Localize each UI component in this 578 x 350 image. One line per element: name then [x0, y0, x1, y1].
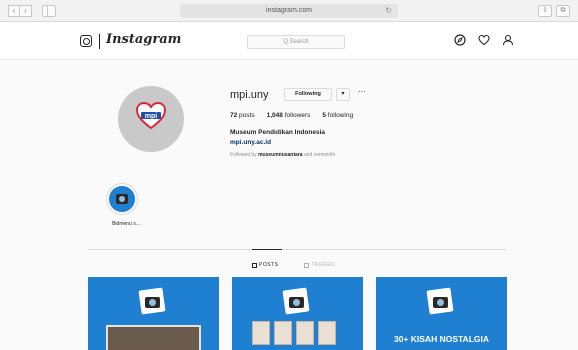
- tab-tagged-label: TAGGED: [311, 262, 336, 268]
- profile-full-name: Museum Pendidikan Indonesia: [230, 129, 325, 136]
- search-input[interactable]: Q Search: [247, 35, 345, 49]
- more-options-button[interactable]: ···: [358, 87, 366, 96]
- post-tile[interactable]: 30+ KISAH NOSTALGIA: [376, 277, 507, 350]
- profile-page: mpi mpi.uny Following ▾ ··· 72 posts 1,0…: [0, 61, 578, 350]
- camera-icon[interactable]: [80, 35, 92, 47]
- instagram-logo[interactable]: Instagram: [106, 32, 181, 47]
- post-card: [318, 321, 336, 345]
- camera-badge-icon: [138, 287, 166, 315]
- reload-icon[interactable]: ↻: [385, 4, 392, 18]
- post-tile[interactable]: [232, 277, 363, 350]
- followers-count: 1,048: [266, 112, 283, 119]
- followed-by-text: Followed by museumnusantara and comminfo: [230, 152, 335, 158]
- highlight-label: Bidmenu s...: [112, 221, 140, 227]
- avatar[interactable]: mpi: [118, 86, 184, 152]
- camera-badge-icon: [426, 287, 454, 315]
- following-stat[interactable]: 5 following: [322, 112, 353, 119]
- address-bar-url: instagram.com: [266, 7, 312, 14]
- avatar-logo-text: mpi: [145, 113, 158, 120]
- highlight-ring: [106, 183, 138, 215]
- browser-right-buttons: ⇧ ⧉: [538, 5, 570, 17]
- followed-by-user[interactable]: museumnusantara: [258, 152, 302, 158]
- post-card: [274, 321, 292, 345]
- logo-divider: [99, 34, 100, 49]
- museum-logo-icon: mpi: [135, 101, 167, 130]
- heart-icon[interactable]: [478, 34, 490, 46]
- post-card-row: [252, 321, 336, 345]
- tag-icon: [304, 262, 310, 268]
- header-nav-icons: [454, 34, 514, 46]
- share-button[interactable]: ⇧: [538, 5, 552, 17]
- sidebar-toggle-button[interactable]: [42, 5, 56, 17]
- tab-posts[interactable]: POSTS: [252, 262, 278, 268]
- following-count: 5: [322, 112, 326, 119]
- profile-username: mpi.uny: [230, 89, 269, 101]
- grid-icon: [252, 262, 257, 268]
- tabs-overview-button[interactable]: ⧉: [556, 5, 570, 17]
- posts-label: posts: [239, 112, 255, 119]
- address-bar[interactable]: instagram.com ↻: [180, 4, 398, 18]
- story-highlight[interactable]: Bidmenu s...: [104, 183, 142, 227]
- post-tile[interactable]: [88, 277, 219, 350]
- back-button[interactable]: ‹: [8, 5, 20, 17]
- highlight-cover: [109, 186, 135, 212]
- tabs-divider: [88, 249, 506, 250]
- browser-toolbar: ‹ › instagram.com ↻ ⇧ ⧉: [0, 0, 578, 22]
- active-tab-indicator: [252, 249, 282, 250]
- following-label: following: [327, 112, 354, 119]
- followers-label: followers: [284, 112, 311, 119]
- camera-icon: [116, 194, 128, 204]
- profile-website-link[interactable]: mpi.uny.ac.id: [230, 139, 271, 146]
- posts-count: 72: [230, 112, 238, 119]
- posts-stat: 72 posts: [230, 112, 255, 119]
- post-card: [252, 321, 270, 345]
- post-title: 30+ KISAH NOSTALGIA: [393, 334, 489, 344]
- followed-by-prefix: Followed by: [230, 152, 257, 158]
- compass-icon[interactable]: [454, 34, 466, 46]
- post-card: [296, 321, 314, 345]
- profile-tabs: POSTS TAGGED: [252, 262, 335, 268]
- followers-stat[interactable]: 1,048 followers: [267, 112, 311, 119]
- profile-stats: 72 posts 1,048 followers 5 following: [230, 112, 353, 119]
- tab-posts-label: POSTS: [259, 262, 279, 268]
- profile-icon[interactable]: [502, 34, 514, 46]
- tab-tagged[interactable]: TAGGED: [304, 262, 335, 268]
- suggestions-dropdown-button[interactable]: ▾: [336, 88, 350, 101]
- forward-button[interactable]: ›: [20, 5, 32, 17]
- followed-by-suffix: and comminfo: [303, 152, 336, 158]
- camera-badge-icon: [282, 287, 310, 315]
- browser-nav-buttons: ‹ ›: [8, 5, 32, 17]
- posts-grid: 30+ KISAH NOSTALGIA: [88, 277, 507, 350]
- instagram-header: Instagram Q Search: [0, 22, 578, 60]
- post-photo: [106, 325, 201, 350]
- following-button[interactable]: Following: [284, 88, 332, 101]
